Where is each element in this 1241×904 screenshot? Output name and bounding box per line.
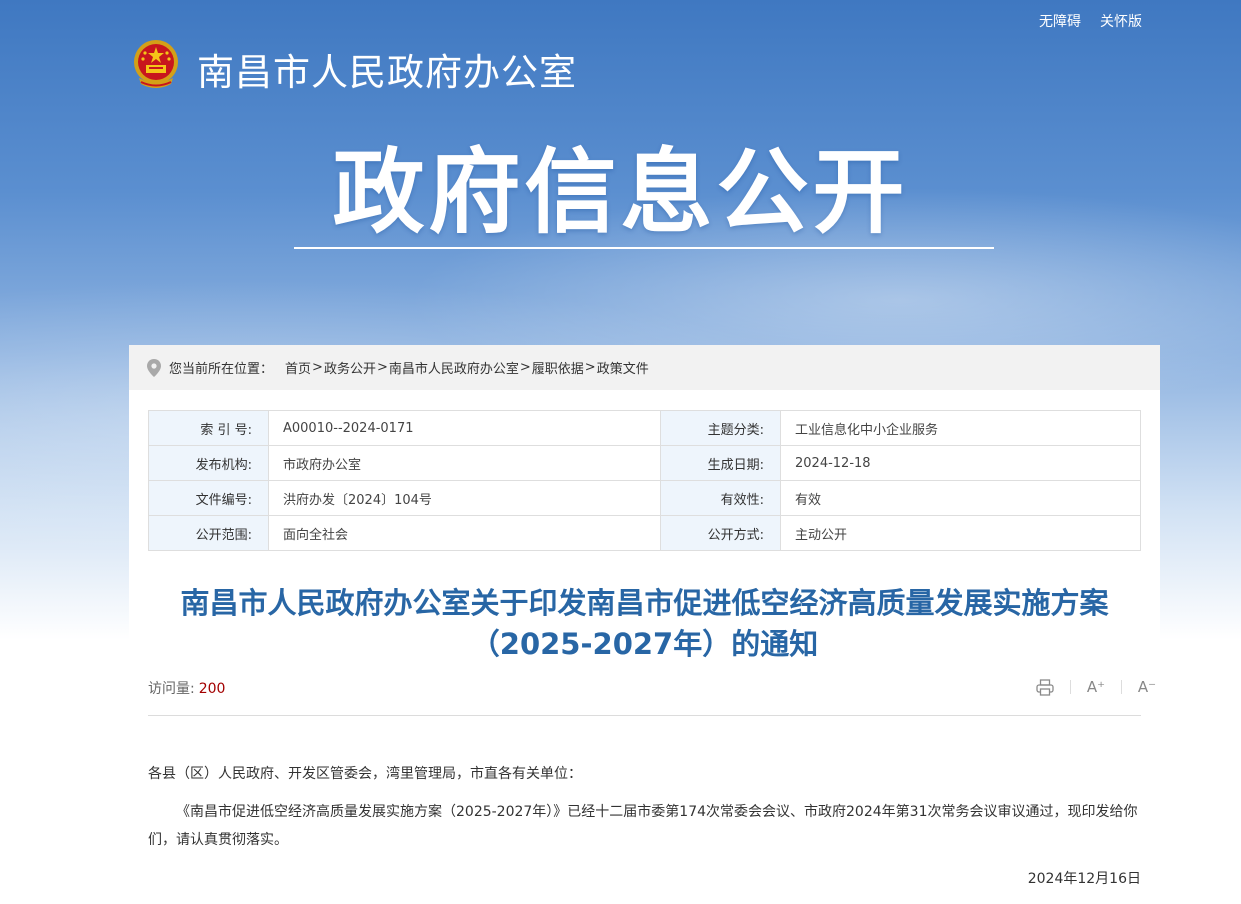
- meta-key: 主题分类:: [660, 410, 781, 446]
- elderly-mode-link[interactable]: 关怀版: [1100, 11, 1142, 31]
- table-row: 公开范围: 面向全社会 公开方式: 主动公开: [148, 515, 1141, 551]
- breadcrumb-home[interactable]: 首页: [285, 358, 311, 377]
- meta-key: 生成日期:: [660, 445, 781, 481]
- breadcrumb-separator: >: [519, 360, 531, 375]
- font-increase-icon[interactable]: A⁺: [1085, 677, 1107, 697]
- article-tools: A⁺ A⁻: [1034, 677, 1158, 697]
- article-paragraph: 《南昌市促进低空经济高质量发展实施方案（2025-2027年）》已经十二届市委第…: [148, 804, 1138, 848]
- location-pin-icon: [147, 358, 161, 377]
- table-row: 文件编号: 洪府办发〔2024〕104号 有效性: 有效: [148, 480, 1141, 516]
- breadcrumb-separator: >: [584, 360, 596, 375]
- article-date: 2024年12月16日: [1027, 871, 1141, 887]
- site-title[interactable]: 南昌市人民政府办公室: [197, 42, 577, 96]
- breadcrumb-label: 您当前所在位置：: [169, 362, 274, 377]
- breadcrumb-office[interactable]: 南昌市人民政府办公室: [389, 358, 519, 377]
- top-links: 无障碍 关怀版: [1039, 11, 1142, 31]
- breadcrumb: 您当前所在位置： 首页 > 政务公开 > 南昌市人民政府办公室 > 履职依据 >…: [129, 345, 1160, 390]
- meta-key: 文件编号:: [148, 480, 269, 516]
- meta-value: 2024-12-18: [780, 445, 1141, 481]
- meta-value: 主动公开: [780, 515, 1141, 551]
- document-title: 南昌市人民政府办公室关于印发南昌市促进低空经济高质量发展实施方案（2025-20…: [180, 586, 1109, 661]
- article-body: 各县（区）人民政府、开发区管委会，湾里管理局，市直各有关单位： 《南昌市促进低空…: [148, 762, 1141, 854]
- meta-value: A00010--2024-0171: [268, 410, 661, 446]
- meta-key: 公开范围:: [148, 515, 269, 551]
- tool-divider: [1121, 680, 1122, 694]
- breadcrumb-gov-affairs[interactable]: 政务公开: [324, 358, 376, 377]
- meta-key: 发布机构:: [148, 445, 269, 481]
- accessibility-link[interactable]: 无障碍: [1039, 11, 1081, 31]
- article-salutation: 各县（区）人民政府、开发区管委会，湾里管理局，市直各有关单位：: [148, 766, 582, 782]
- hero-underline: [294, 247, 994, 249]
- meta-value: 工业信息化中小企业服务: [780, 410, 1141, 446]
- visits-label: 访问量:: [148, 681, 195, 697]
- breadcrumb-separator: >: [376, 360, 388, 375]
- meta-value: 有效: [780, 480, 1141, 516]
- visit-counter: 访问量: 200: [148, 678, 225, 698]
- meta-key: 公开方式:: [660, 515, 781, 551]
- meta-value: 市政府办公室: [268, 445, 661, 481]
- breadcrumb-separator: >: [312, 360, 323, 375]
- meta-value: 洪府办发〔2024〕104号: [268, 480, 661, 516]
- meta-value: 面向全社会: [268, 515, 661, 551]
- hero-title: 政府信息公开: [332, 139, 909, 246]
- table-row: 发布机构: 市政府办公室 生成日期: 2024-12-18: [148, 445, 1141, 481]
- meta-key: 有效性:: [660, 480, 781, 516]
- breadcrumb-policy-docs[interactable]: 政策文件: [597, 358, 649, 377]
- visits-count: 200: [198, 681, 226, 697]
- document-metadata-table: 索 引 号: A00010--2024-0171 主题分类: 工业信息化中小企业…: [148, 410, 1141, 551]
- breadcrumb-duty-basis[interactable]: 履职依据: [532, 358, 584, 377]
- tool-divider: [1070, 680, 1071, 694]
- national-emblem-icon: [131, 38, 181, 90]
- font-decrease-icon[interactable]: A⁻: [1136, 677, 1158, 697]
- divider: [148, 715, 1141, 716]
- table-row: 索 引 号: A00010--2024-0171 主题分类: 工业信息化中小企业…: [148, 410, 1141, 446]
- print-icon[interactable]: [1034, 677, 1056, 697]
- meta-key: 索 引 号:: [148, 410, 269, 446]
